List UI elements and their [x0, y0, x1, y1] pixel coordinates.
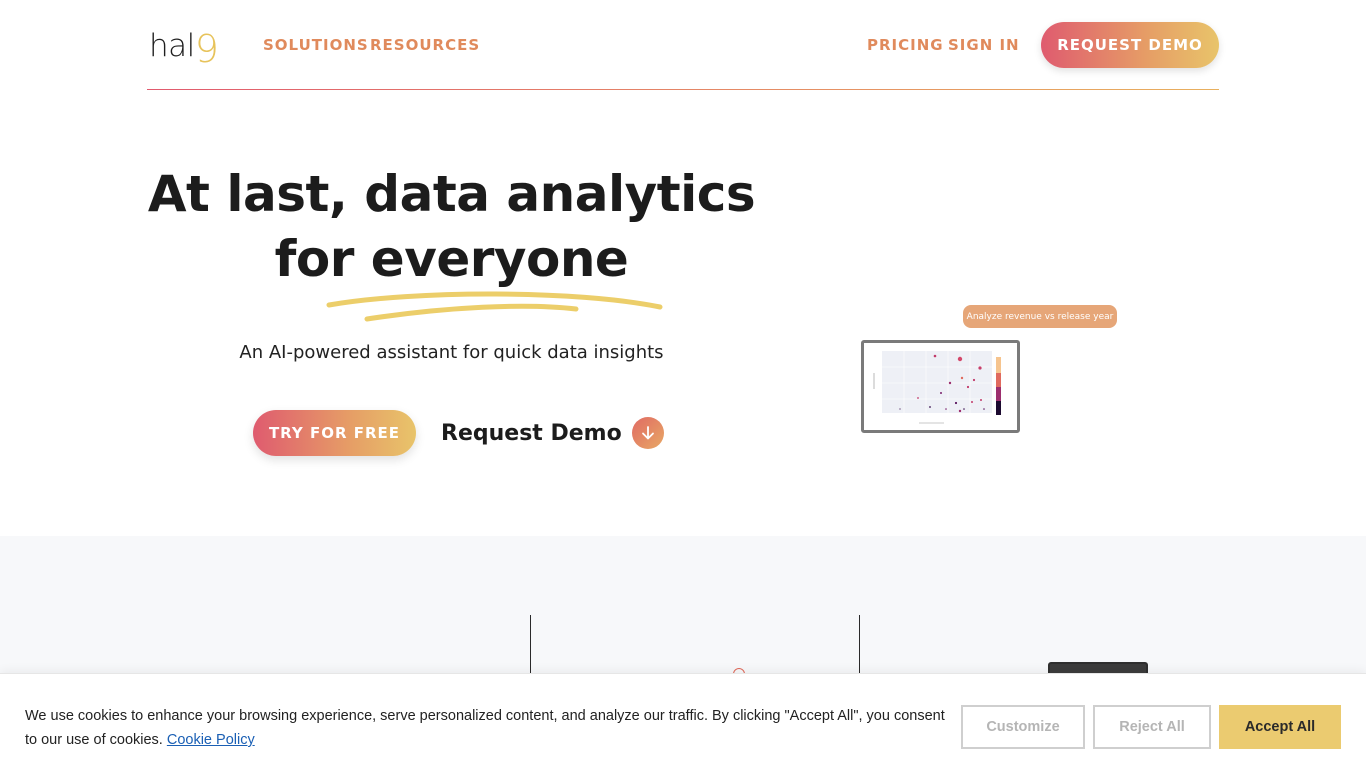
scatter-chart-preview — [861, 340, 1020, 433]
underline-swoosh-icon — [326, 291, 663, 322]
cookie-policy-link[interactable]: Cookie Policy — [167, 732, 255, 748]
cookie-message-text: We use cookies to enhance your browsing … — [25, 708, 945, 748]
hero-title-line-1: At last, data analytics — [147, 165, 756, 223]
hero-subtitle: An AI-powered assistant for quick data i… — [239, 342, 664, 363]
request-demo-button[interactable]: REQUEST DEMO — [1041, 22, 1219, 68]
cookie-banner: We use cookies to enhance your browsing … — [0, 673, 1366, 768]
hal9-logo[interactable]: hal 9 — [149, 26, 219, 68]
hero-title: At last, data analytics for everyone — [120, 162, 783, 292]
request-demo-link[interactable]: Request Demo — [441, 414, 664, 452]
nav-pricing[interactable]: PRICING — [867, 36, 944, 54]
logo-nine: 9 — [194, 27, 219, 71]
accept-all-cookies-button[interactable]: Accept All — [1219, 705, 1341, 749]
nav-solutions[interactable]: SOLUTIONS — [263, 36, 369, 54]
logo-text: hal — [149, 28, 195, 64]
nav-sign-in[interactable]: SIGN IN — [948, 36, 1020, 54]
customize-cookies-button[interactable]: Customize — [961, 705, 1085, 749]
cookie-message: We use cookies to enhance your browsing … — [25, 704, 955, 752]
try-for-free-button[interactable]: TRY FOR FREE — [253, 410, 416, 456]
nav-resources[interactable]: RESOURCES — [370, 36, 480, 54]
chat-prompt-bubble: Analyze revenue vs release year — [963, 305, 1117, 328]
scatter-chart-graphic — [864, 343, 1017, 430]
header-divider — [147, 89, 1219, 90]
arrow-down-icon — [631, 417, 664, 449]
request-demo-link-label: Request Demo — [441, 420, 622, 446]
hero-title-line-2: for everyone — [274, 230, 629, 288]
reject-all-cookies-button[interactable]: Reject All — [1093, 705, 1211, 749]
site-header: hal 9 SOLUTIONS RESOURCES PRICING SIGN I… — [147, 0, 1219, 90]
